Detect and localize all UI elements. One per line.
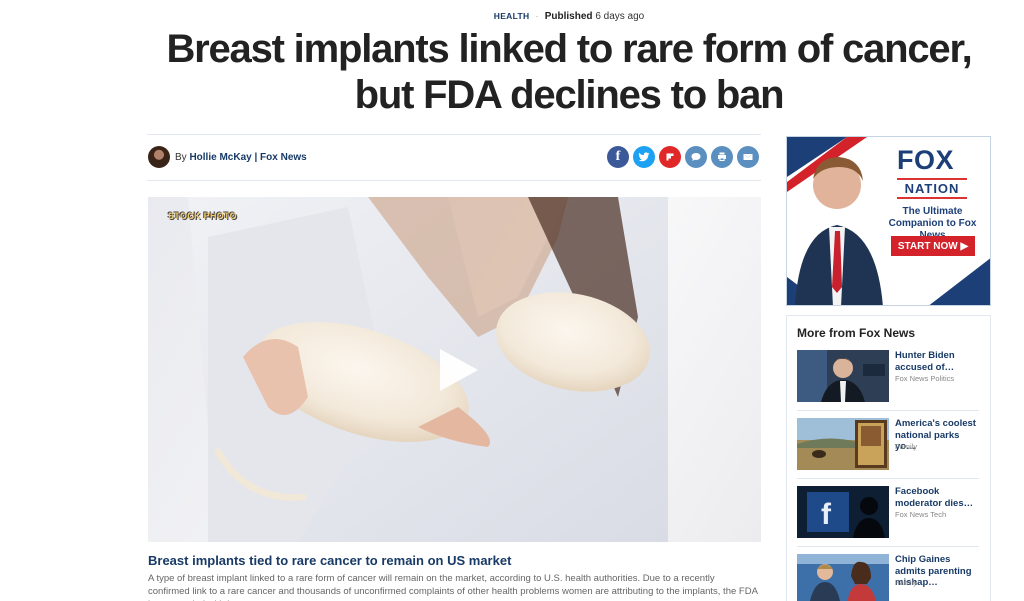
video-player[interactable]: STOCK PHOTO	[148, 197, 761, 542]
email-icon	[743, 154, 753, 160]
share-buttons: f	[607, 146, 759, 168]
list-item[interactable]: America's coolest national parks yo… Fam…	[797, 418, 979, 479]
story-source: Family	[895, 578, 918, 587]
print-icon	[718, 152, 726, 161]
story-thumbnail[interactable]	[797, 418, 889, 470]
meta-separator: ·	[535, 11, 539, 22]
divider	[797, 478, 979, 479]
twitter-icon	[638, 152, 650, 162]
divider	[797, 546, 979, 547]
print-button[interactable]	[711, 146, 733, 168]
author-avatar[interactable]	[148, 146, 170, 168]
story-title[interactable]: Facebook moderator dies…	[895, 486, 981, 509]
byline-bar: By Hollie McKay | Fox News f	[147, 134, 761, 181]
author-link[interactable]: Hollie McKay | Fox News	[189, 152, 306, 163]
divider	[797, 410, 979, 411]
story-thumbnail[interactable]	[797, 554, 889, 601]
story-source: Family	[895, 442, 918, 451]
article-meta: HEALTH · Published 6 days ago	[0, 11, 1024, 22]
list-item[interactable]: Hunter Biden accused of… Fox News Politi…	[797, 350, 981, 411]
video-caption-title[interactable]: Breast implants tied to rare cancer to r…	[148, 553, 511, 568]
list-item[interactable]: f Facebook moderator dies… Fox News Tech	[797, 486, 981, 547]
byline: By Hollie McKay | Fox News	[175, 152, 307, 163]
article-headline: Breast implants linked to rare form of c…	[166, 27, 972, 117]
published-label: Published	[544, 11, 593, 22]
story-source: Fox News Politics	[895, 374, 955, 383]
story-thumbnail[interactable]	[797, 350, 889, 402]
svg-text:f: f	[821, 498, 832, 531]
facebook-share-button[interactable]: f	[607, 146, 629, 168]
published-time: 6 days ago	[595, 11, 645, 22]
byline-prefix: By	[175, 152, 187, 163]
more-heading: More from Fox News	[797, 326, 916, 340]
flipboard-share-button[interactable]	[659, 146, 681, 168]
play-icon[interactable]	[440, 349, 478, 391]
comment-icon	[691, 153, 701, 161]
flipboard-icon	[666, 153, 674, 161]
story-thumbnail[interactable]: f	[797, 486, 889, 538]
more-from-fox-news: More from Fox News Hunter Biden accused …	[786, 315, 991, 601]
fox-nation-ad[interactable]: FOX NATION The Ultimate Companion to Fox…	[786, 136, 991, 306]
twitter-share-button[interactable]	[633, 146, 655, 168]
video-caption-text: A type of breast implant linked to a rar…	[148, 573, 758, 601]
email-share-button[interactable]	[737, 146, 759, 168]
ad-cta-button[interactable]: START NOW ▶	[891, 236, 975, 256]
category-link[interactable]: HEALTH	[494, 11, 530, 21]
comments-button[interactable]	[685, 146, 707, 168]
story-title[interactable]: Hunter Biden accused of…	[895, 350, 981, 373]
facebook-icon: f	[615, 149, 621, 164]
ad-brand-top: FOX	[897, 145, 955, 175]
ad-brand-bottom: NATION	[897, 178, 967, 199]
story-source: Fox News Tech	[895, 510, 947, 519]
stock-photo-badge: STOCK PHOTO	[168, 211, 237, 221]
list-item[interactable]: Chip Gaines admits parenting mishap… Fam…	[797, 554, 979, 601]
